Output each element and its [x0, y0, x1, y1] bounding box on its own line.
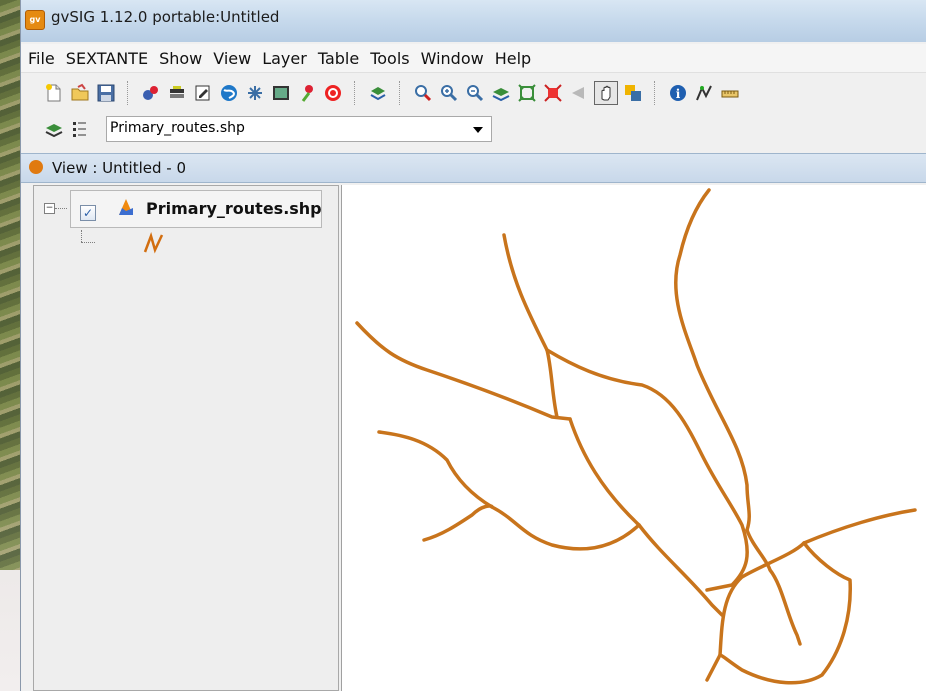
map-routes	[355, 188, 917, 685]
menu-window[interactable]: Window	[417, 49, 488, 68]
menu-layer[interactable]: Layer	[258, 49, 311, 68]
title-bar[interactable]: gv gvSIG 1.12.0 portable:Untitled	[21, 0, 926, 42]
toolbar-separator	[354, 81, 357, 105]
target-icon[interactable]	[322, 82, 344, 104]
route-line	[355, 321, 572, 421]
pan-hand-icon[interactable]	[594, 81, 618, 105]
zoom-select-icon[interactable]	[412, 82, 434, 104]
add-layer-icon[interactable]	[140, 82, 162, 104]
gvsig-icon: gv	[25, 10, 45, 30]
menu-show[interactable]: Show	[155, 49, 206, 68]
view-title-bar[interactable]: View : Untitled - 0	[21, 153, 926, 183]
layer-select[interactable]: Primary_routes.shp	[106, 116, 492, 142]
measure-icon[interactable]	[693, 82, 715, 104]
console-icon[interactable]	[270, 82, 292, 104]
ruler-icon[interactable]	[719, 82, 741, 104]
line-symbol-icon	[143, 232, 164, 254]
layer-stack-icon[interactable]	[166, 82, 188, 104]
view-title: View : Untitled - 0	[52, 159, 187, 177]
toolbar-separator	[127, 81, 130, 105]
chevron-down-icon[interactable]	[473, 127, 483, 133]
menu-view[interactable]: View	[209, 49, 255, 68]
map-canvas[interactable]	[341, 185, 926, 691]
zoom-layer-icon[interactable]	[490, 82, 512, 104]
layer-select-value: Primary_routes.shp	[110, 120, 245, 136]
zoom-extent-icon[interactable]	[542, 82, 564, 104]
layer-node[interactable]: ✓ Primary_routes.shp	[70, 190, 322, 228]
main-toolbar: i	[21, 76, 926, 110]
gvsig-window: gv gvSIG 1.12.0 portable:Untitled File S…	[20, 0, 926, 691]
menu-table[interactable]: Table	[314, 49, 363, 68]
route-line	[745, 528, 802, 646]
legend-icon[interactable]	[69, 118, 91, 140]
tree-connector	[81, 242, 95, 243]
info-icon[interactable]: i	[667, 82, 689, 104]
open-folder-icon[interactable]	[69, 82, 91, 104]
network-icon[interactable]	[244, 82, 266, 104]
layer-name: Primary_routes.shp	[146, 199, 322, 218]
layer-visibility-checkbox[interactable]: ✓	[80, 205, 96, 221]
menu-tools[interactable]: Tools	[366, 49, 413, 68]
menu-help[interactable]: Help	[491, 49, 535, 68]
toolbar-separator	[399, 81, 402, 105]
window-title: gvSIG 1.12.0 portable:Untitled	[51, 8, 280, 26]
tree-connector	[55, 208, 67, 209]
select-icon[interactable]	[622, 82, 644, 104]
svg-text:i: i	[676, 87, 681, 101]
menu-file[interactable]: File	[24, 49, 59, 68]
toolbar-separator	[654, 81, 657, 105]
pin-icon[interactable]	[296, 82, 318, 104]
vector-layer-icon	[119, 199, 133, 215]
menu-bar: File SEXTANTE Show View Layer Table Tool…	[21, 44, 926, 73]
tree-collapse-icon[interactable]: −	[44, 203, 55, 214]
zoom-in-icon[interactable]	[438, 82, 460, 104]
route-line	[545, 348, 749, 592]
route-line	[422, 504, 494, 542]
globe-icon[interactable]	[218, 82, 240, 104]
route-line	[802, 508, 917, 545]
route-line	[718, 541, 852, 685]
view-icon	[29, 160, 43, 174]
add-view-icon[interactable]	[367, 82, 389, 104]
new-document-icon[interactable]	[43, 82, 65, 104]
menu-sextante[interactable]: SEXTANTE	[62, 49, 152, 68]
zoom-full-icon[interactable]	[516, 82, 538, 104]
tree-connector	[81, 230, 82, 242]
route-line	[502, 233, 559, 419]
table-of-contents: − ✓ Primary_routes.shp	[33, 185, 339, 691]
layer-manager-icon[interactable]	[43, 118, 65, 140]
edit-icon[interactable]	[192, 82, 214, 104]
route-line	[377, 430, 641, 551]
route-line	[674, 188, 751, 532]
save-icon[interactable]	[95, 82, 117, 104]
back-icon[interactable]	[568, 82, 590, 104]
zoom-out-icon[interactable]	[464, 82, 486, 104]
